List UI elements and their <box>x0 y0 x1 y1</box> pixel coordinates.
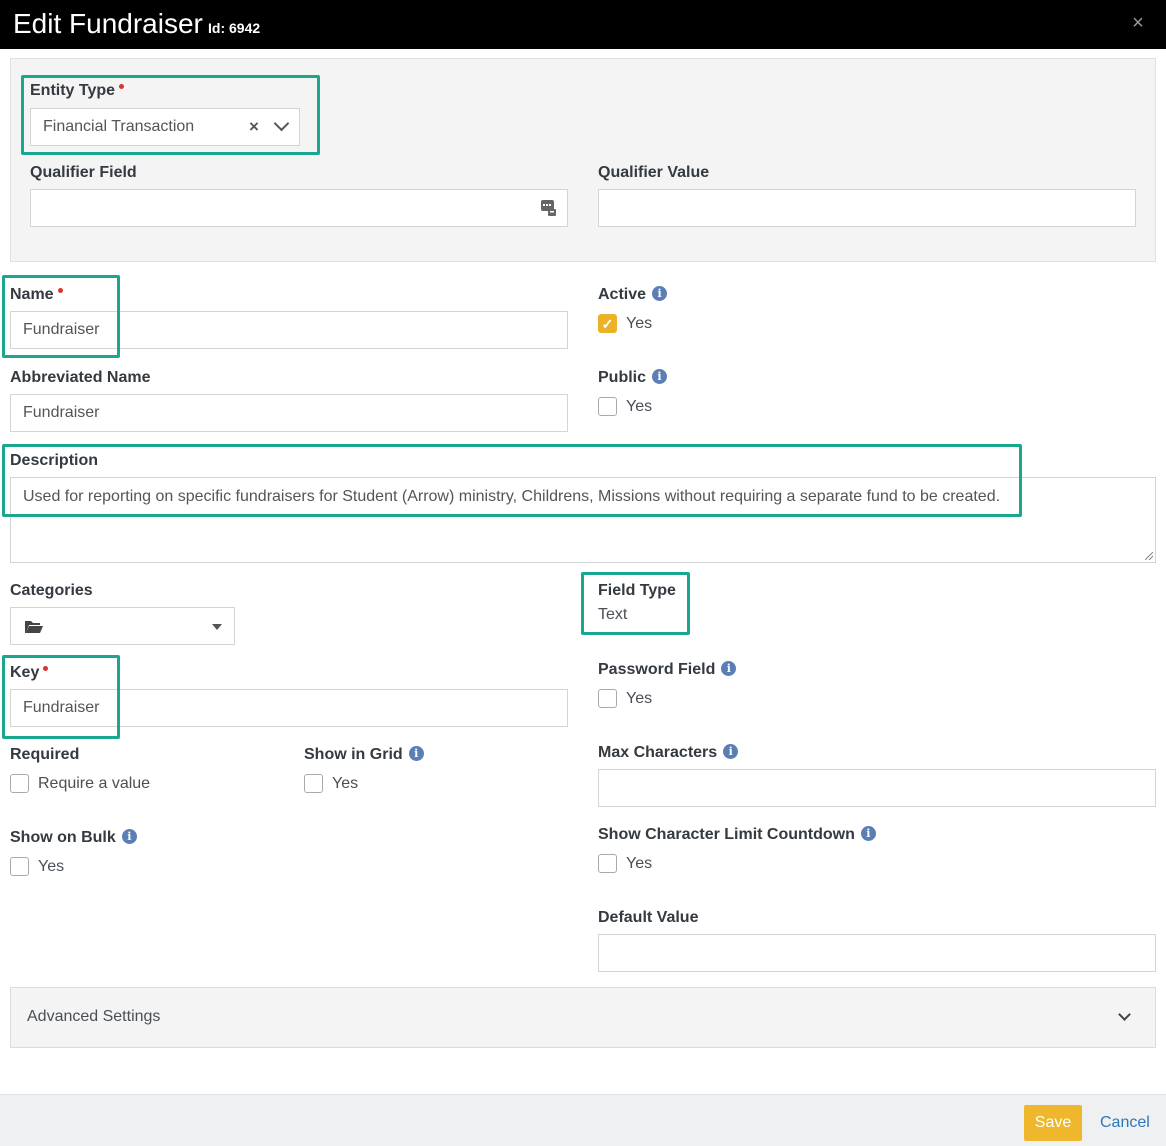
entity-type-value: Financial Transaction <box>43 118 195 135</box>
required-label: Required <box>10 746 80 763</box>
qualifier-value-label: Qualifier Value <box>598 164 710 181</box>
modal-title: Edit Fundraiser <box>13 8 203 39</box>
entity-type-select[interactable]: Financial Transaction <box>30 108 300 146</box>
public-checkbox-label: Yes <box>626 398 653 415</box>
name-label: Name <box>10 285 63 305</box>
caret-down-icon <box>212 624 222 630</box>
advanced-settings-panel[interactable]: Advanced Settings <box>10 987 1156 1048</box>
show-on-bulk-checkbox-label: Yes <box>38 858 65 875</box>
entity-qualifier-panel <box>10 58 1156 262</box>
show-char-limit-label: Show Character Limit Countdown i <box>598 825 876 845</box>
active-checkbox-label: Yes <box>626 315 653 332</box>
qualifier-field-input[interactable] <box>30 189 568 227</box>
max-characters-input[interactable] <box>598 769 1156 807</box>
info-icon[interactable]: i <box>652 368 668 384</box>
password-field-checkbox-label: Yes <box>626 690 653 707</box>
show-on-bulk-label: Show on Bulk i <box>10 828 137 848</box>
default-value-label: Default Value <box>598 909 699 926</box>
show-in-grid-label: Show in Grid i <box>304 745 424 765</box>
active-label: Active i <box>598 285 668 305</box>
cancel-link[interactable]: Cancel <box>1100 1113 1150 1133</box>
record-id-label: Id: 6942 <box>208 20 261 36</box>
public-checkbox[interactable] <box>598 397 617 416</box>
default-value-input[interactable] <box>598 934 1156 972</box>
show-char-limit-checkbox[interactable] <box>598 854 617 873</box>
show-on-bulk-checkbox[interactable] <box>10 857 29 876</box>
key-label: Key <box>10 663 49 683</box>
info-icon[interactable]: i <box>860 825 876 841</box>
required-checkbox-label: Require a value <box>38 775 151 792</box>
info-icon[interactable]: i <box>721 660 737 676</box>
max-characters-label: Max Characters i <box>598 743 739 763</box>
qualifier-value-input[interactable] <box>598 189 1136 227</box>
categories-label: Categories <box>10 582 93 599</box>
show-char-limit-checkbox-label: Yes <box>626 855 653 872</box>
advanced-settings-label: Advanced Settings <box>27 1008 161 1025</box>
close-icon[interactable]: × <box>1128 12 1148 34</box>
name-input[interactable]: Fundraiser <box>10 311 568 349</box>
info-icon[interactable]: i <box>121 828 137 844</box>
required-indicator <box>43 666 49 671</box>
show-in-grid-checkbox[interactable] <box>304 774 323 793</box>
categories-picker[interactable] <box>10 607 235 645</box>
modal-header: Edit Fundraiser Id: 6942 × <box>0 0 1166 49</box>
folder-open-icon <box>25 621 43 633</box>
abbreviated-name-input[interactable]: Fundraiser <box>10 394 568 432</box>
show-in-grid-checkbox-label: Yes <box>332 775 359 792</box>
info-icon[interactable]: i <box>408 745 424 761</box>
password-field-label: Password Field i <box>598 660 737 680</box>
chevron-down-icon[interactable] <box>1118 1008 1131 1021</box>
info-icon[interactable]: i <box>652 285 668 301</box>
abbreviated-name-label: Abbreviated Name <box>10 369 151 386</box>
password-field-checkbox[interactable] <box>598 689 617 708</box>
modal-footer: Save Cancel <box>0 1094 1166 1146</box>
active-checkbox[interactable]: ✓ <box>598 314 617 333</box>
save-button[interactable]: Save <box>1024 1105 1082 1141</box>
description-textarea[interactable]: Used for reporting on specific fundraise… <box>10 477 1156 563</box>
field-picker-icon[interactable] <box>540 199 557 217</box>
resize-handle[interactable] <box>1145 552 1153 560</box>
entity-type-label: Entity Type <box>30 81 125 101</box>
description-text: Used for reporting on specific fundraise… <box>23 488 1001 505</box>
key-input[interactable]: Fundraiser <box>10 689 568 727</box>
public-label: Public i <box>598 368 668 388</box>
info-icon[interactable]: i <box>723 743 739 759</box>
required-checkbox[interactable] <box>10 774 29 793</box>
description-label: Description <box>10 452 99 469</box>
qualifier-field-label: Qualifier Field <box>30 164 137 181</box>
field-type-value: Text <box>598 606 628 623</box>
field-type-label: Field Type <box>598 582 676 599</box>
clear-icon[interactable]: × <box>249 117 259 137</box>
required-indicator <box>57 288 63 293</box>
required-indicator <box>119 84 125 89</box>
